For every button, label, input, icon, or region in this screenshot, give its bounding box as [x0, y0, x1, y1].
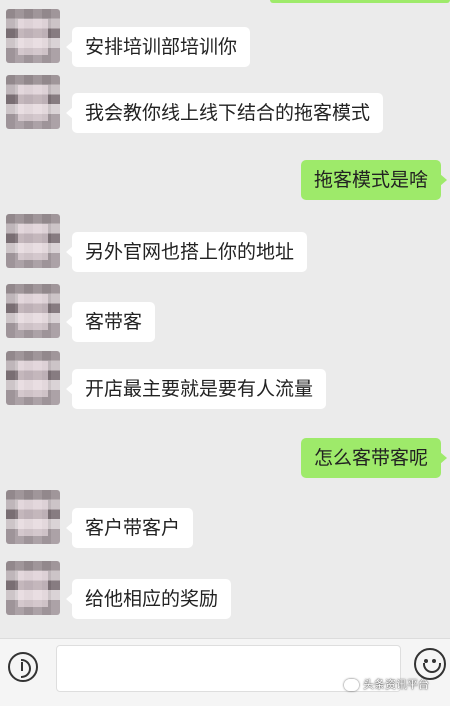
avatar[interactable] — [6, 561, 60, 615]
received-bubble[interactable]: 我会教你线上线下结合的拖客模式 — [65, 93, 384, 133]
avatar[interactable] — [6, 75, 60, 129]
avatar[interactable] — [6, 214, 60, 268]
avatar[interactable] — [6, 490, 60, 544]
avatar[interactable] — [6, 284, 60, 338]
received-bubble[interactable]: 安排培训部培训你 — [65, 27, 251, 67]
partial-sent-bubble — [270, 0, 450, 3]
received-bubble[interactable]: 给他相应的奖励 — [65, 579, 232, 619]
chat-area: 安排培训部培训你 我会教你线上线下结合的拖客模式 拖客模式是啥 另外官网也搭上你… — [0, 0, 450, 640]
input-bar — [0, 638, 450, 706]
avatar[interactable] — [6, 9, 60, 63]
received-bubble[interactable]: 开店最主要就是要有人流量 — [65, 369, 327, 409]
received-bubble[interactable]: 客带客 — [65, 302, 156, 342]
watermark: 头条资讯平台 — [344, 676, 429, 694]
watermark-text: 头条资讯平台 — [363, 678, 429, 691]
watermark-icon — [344, 679, 359, 691]
sent-bubble[interactable]: 拖客模式是啥 — [300, 160, 448, 200]
received-bubble[interactable]: 另外官网也搭上你的地址 — [65, 232, 308, 272]
voice-icon[interactable] — [8, 652, 38, 682]
sent-bubble[interactable]: 怎么客带客呢 — [300, 438, 448, 478]
received-bubble[interactable]: 客户带客户 — [65, 508, 194, 548]
emoji-mouth — [423, 663, 441, 673]
avatar[interactable] — [6, 351, 60, 405]
